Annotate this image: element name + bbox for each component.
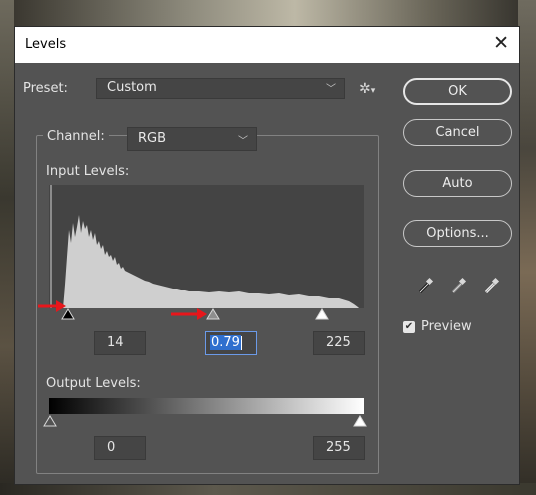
input-white-handle[interactable] <box>315 308 329 320</box>
histogram-graph <box>50 185 359 308</box>
ok-button[interactable]: OK <box>403 78 512 105</box>
chevron-down-icon: ﹀ <box>238 136 248 147</box>
histogram <box>49 185 364 308</box>
window-title: Levels <box>25 37 67 52</box>
channel-dropdown[interactable]: RGB ﹀ <box>127 127 257 151</box>
output-white-handle[interactable] <box>353 415 367 427</box>
gear-icon[interactable]: ✲▾ <box>359 81 375 97</box>
channel-value: RGB <box>138 131 167 146</box>
output-levels-label: Output Levels: <box>46 376 141 391</box>
input-black-field[interactable]: 14 <box>94 331 146 355</box>
annotation-arrow-gamma <box>171 308 207 320</box>
input-white-field[interactable]: 225 <box>313 331 365 355</box>
output-white-field[interactable]: 255 <box>313 436 365 460</box>
channel-label: Channel: <box>47 129 105 144</box>
close-icon[interactable]: ✕ <box>493 32 509 54</box>
title-bar: Levels ✕ <box>15 27 519 63</box>
output-black-handle[interactable] <box>43 415 57 427</box>
preset-label: Preset: <box>23 81 68 96</box>
input-levels-label: Input Levels: <box>46 164 130 179</box>
black-eyedropper-icon[interactable] <box>417 277 435 295</box>
cancel-button[interactable]: Cancel <box>403 119 512 146</box>
preview-checkbox[interactable]: ✔ <box>403 321 415 333</box>
input-gamma-value: 0.79 <box>210 335 241 350</box>
preset-dropdown[interactable]: Custom ﹀ <box>96 78 345 99</box>
output-gradient-bar <box>49 398 364 414</box>
annotation-arrow-black <box>38 300 66 312</box>
chevron-down-icon: ﹀ <box>326 84 336 95</box>
channel-legend: Channel: <box>43 126 109 148</box>
preset-value: Custom <box>107 80 157 95</box>
input-gamma-field[interactable]: 0.79 <box>205 331 257 355</box>
options-button[interactable]: Options... <box>403 220 512 247</box>
auto-button[interactable]: Auto <box>403 170 512 197</box>
levels-dialog: Levels ✕ Preset: Custom ﹀ ✲▾ Channel: RG… <box>14 26 520 485</box>
histogram-shape <box>63 215 359 308</box>
input-gamma-handle[interactable] <box>206 308 220 320</box>
output-black-field[interactable]: 0 <box>94 436 146 460</box>
text-caret <box>240 335 242 350</box>
gray-eyedropper-icon[interactable] <box>450 277 468 295</box>
preview-label: Preview <box>421 319 472 334</box>
white-eyedropper-icon[interactable] <box>483 277 501 295</box>
